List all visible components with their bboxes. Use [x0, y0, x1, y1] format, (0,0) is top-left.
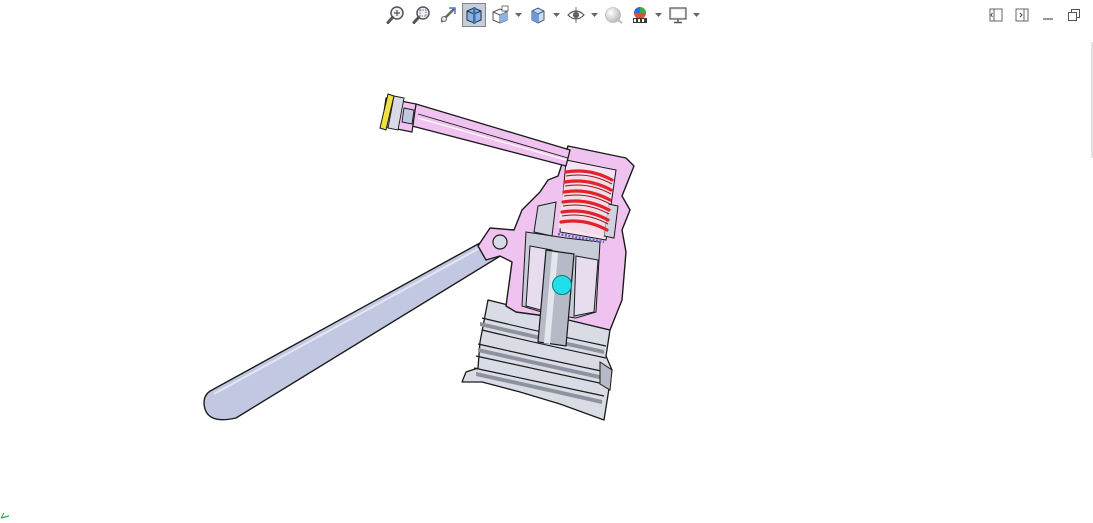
lever-arm[interactable] [203, 231, 511, 421]
model-section-view[interactable] [0, 0, 1093, 512]
check-ball[interactable] [552, 275, 572, 295]
axis-triad-icon [0, 512, 10, 519]
nozzle-tip[interactable] [379, 93, 417, 133]
nozzle-tube[interactable] [411, 103, 571, 167]
triad-corner-mark [0, 504, 12, 519]
graphics-viewport[interactable] [0, 0, 1093, 519]
